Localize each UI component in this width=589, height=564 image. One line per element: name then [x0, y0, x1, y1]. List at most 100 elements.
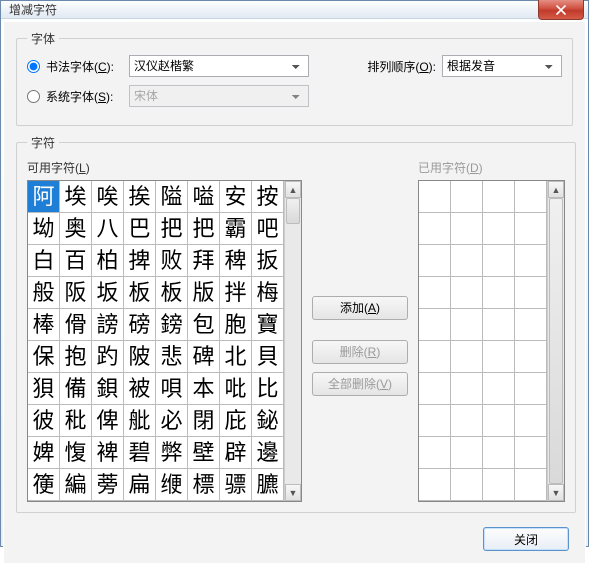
scroll-up-arrow[interactable]: ▲ — [548, 181, 564, 198]
scroll-thumb[interactable] — [549, 198, 563, 484]
add-button[interactable]: 添加(A) — [312, 296, 408, 320]
available-cell[interactable]: 愎 — [60, 437, 92, 469]
available-cell[interactable]: 保 — [28, 341, 60, 373]
used-cell[interactable] — [451, 277, 483, 309]
used-cell[interactable] — [419, 437, 451, 469]
available-cell[interactable]: 比 — [252, 373, 284, 405]
used-cell[interactable] — [483, 437, 515, 469]
used-cell[interactable] — [483, 309, 515, 341]
available-cell[interactable]: 包 — [188, 309, 220, 341]
used-cell[interactable] — [419, 469, 451, 501]
available-cell[interactable]: 败 — [156, 245, 188, 277]
available-cell[interactable]: 奥 — [60, 213, 92, 245]
used-cell[interactable] — [515, 309, 547, 341]
scroll-down-arrow[interactable]: ▼ — [285, 484, 301, 501]
available-cell[interactable]: 傦 — [60, 309, 92, 341]
available-cell[interactable]: 白 — [28, 245, 60, 277]
scroll-thumb[interactable] — [286, 198, 300, 224]
used-cell[interactable] — [515, 181, 547, 213]
available-cell[interactable]: 被 — [124, 373, 156, 405]
scroll-up-arrow[interactable]: ▲ — [285, 181, 301, 198]
available-cell[interactable]: 阿 — [28, 181, 60, 213]
available-cell[interactable]: 唄 — [156, 373, 188, 405]
available-cell[interactable]: 蒡 — [92, 469, 124, 501]
available-cell[interactable]: 稗 — [220, 245, 252, 277]
available-cell[interactable]: 拜 — [188, 245, 220, 277]
available-cell[interactable]: 板 — [124, 277, 156, 309]
available-cell[interactable]: 磅 — [124, 309, 156, 341]
available-cell[interactable]: 碑 — [188, 341, 220, 373]
available-cell[interactable]: 俾 — [92, 405, 124, 437]
available-cell[interactable]: 梅 — [252, 277, 284, 309]
available-cell[interactable]: 捭 — [124, 245, 156, 277]
available-cell[interactable]: 抱 — [60, 341, 92, 373]
available-cell[interactable]: 弊 — [156, 437, 188, 469]
available-cell[interactable]: 拌 — [220, 277, 252, 309]
available-cell[interactable]: 標 — [188, 469, 220, 501]
used-cell[interactable] — [451, 245, 483, 277]
available-cell[interactable]: 唉 — [92, 181, 124, 213]
available-cell[interactable]: 嗌 — [188, 181, 220, 213]
available-cell[interactable]: 謗 — [92, 309, 124, 341]
used-cell[interactable] — [419, 277, 451, 309]
scroll-track[interactable] — [548, 198, 564, 484]
available-cell[interactable]: 備 — [60, 373, 92, 405]
used-cell[interactable] — [419, 309, 451, 341]
used-cell[interactable] — [451, 341, 483, 373]
available-scrollbar[interactable]: ▲ ▼ — [284, 181, 301, 501]
available-cell[interactable]: 狽 — [28, 373, 60, 405]
available-cell[interactable]: 陂 — [124, 341, 156, 373]
used-cell[interactable] — [451, 213, 483, 245]
available-cell[interactable]: 般 — [28, 277, 60, 309]
available-cell[interactable]: 挨 — [124, 181, 156, 213]
available-cell[interactable]: 秕 — [60, 405, 92, 437]
available-cell[interactable]: 吡 — [220, 373, 252, 405]
available-cell[interactable]: 八 — [92, 213, 124, 245]
available-cell[interactable]: 扳 — [252, 245, 284, 277]
available-cell[interactable]: 缏 — [156, 469, 188, 501]
used-cell[interactable] — [483, 469, 515, 501]
used-cell[interactable] — [451, 373, 483, 405]
available-cell[interactable]: 寶 — [252, 309, 284, 341]
used-cell[interactable] — [483, 181, 515, 213]
available-cell[interactable]: 埃 — [60, 181, 92, 213]
used-cell[interactable] — [483, 405, 515, 437]
available-cell[interactable]: 趵 — [92, 341, 124, 373]
available-cell[interactable]: 辟 — [220, 437, 252, 469]
available-cell[interactable]: 本 — [188, 373, 220, 405]
used-cell[interactable] — [515, 437, 547, 469]
window-close-button[interactable] — [538, 0, 584, 20]
available-cell[interactable]: 悲 — [156, 341, 188, 373]
used-cell[interactable] — [419, 405, 451, 437]
available-cell[interactable]: 邊 — [252, 437, 284, 469]
used-cell[interactable] — [515, 341, 547, 373]
available-cell[interactable]: 婢 — [28, 437, 60, 469]
available-cell[interactable]: 巴 — [124, 213, 156, 245]
scroll-down-arrow[interactable]: ▼ — [548, 484, 564, 501]
sys-radio-label[interactable]: 系统字体(S): — [27, 88, 123, 105]
available-cell[interactable]: 霸 — [220, 213, 252, 245]
used-cell[interactable] — [419, 341, 451, 373]
available-cell[interactable]: 閉 — [188, 405, 220, 437]
sort-combo[interactable]: 根据发音 — [442, 55, 562, 77]
used-cell[interactable] — [419, 181, 451, 213]
used-scrollbar[interactable]: ▲ ▼ — [547, 181, 564, 501]
available-cell[interactable]: 把 — [188, 213, 220, 245]
available-cell[interactable]: 北 — [220, 341, 252, 373]
available-cell[interactable]: 百 — [60, 245, 92, 277]
available-cell[interactable]: 裨 — [92, 437, 124, 469]
used-cell[interactable] — [451, 181, 483, 213]
close-button[interactable]: 关闭 — [483, 527, 569, 551]
available-cell[interactable]: 鋇 — [92, 373, 124, 405]
used-cell[interactable] — [483, 277, 515, 309]
used-cell[interactable] — [515, 277, 547, 309]
available-cell[interactable]: 舭 — [124, 405, 156, 437]
available-cell[interactable]: 版 — [188, 277, 220, 309]
used-cell[interactable] — [419, 245, 451, 277]
used-cell[interactable] — [451, 309, 483, 341]
available-cell[interactable]: 把 — [156, 213, 188, 245]
available-cell[interactable]: 板 — [156, 277, 188, 309]
available-cell[interactable]: 柏 — [92, 245, 124, 277]
available-cell[interactable]: 鉍 — [252, 405, 284, 437]
sys-radio[interactable] — [27, 90, 40, 103]
